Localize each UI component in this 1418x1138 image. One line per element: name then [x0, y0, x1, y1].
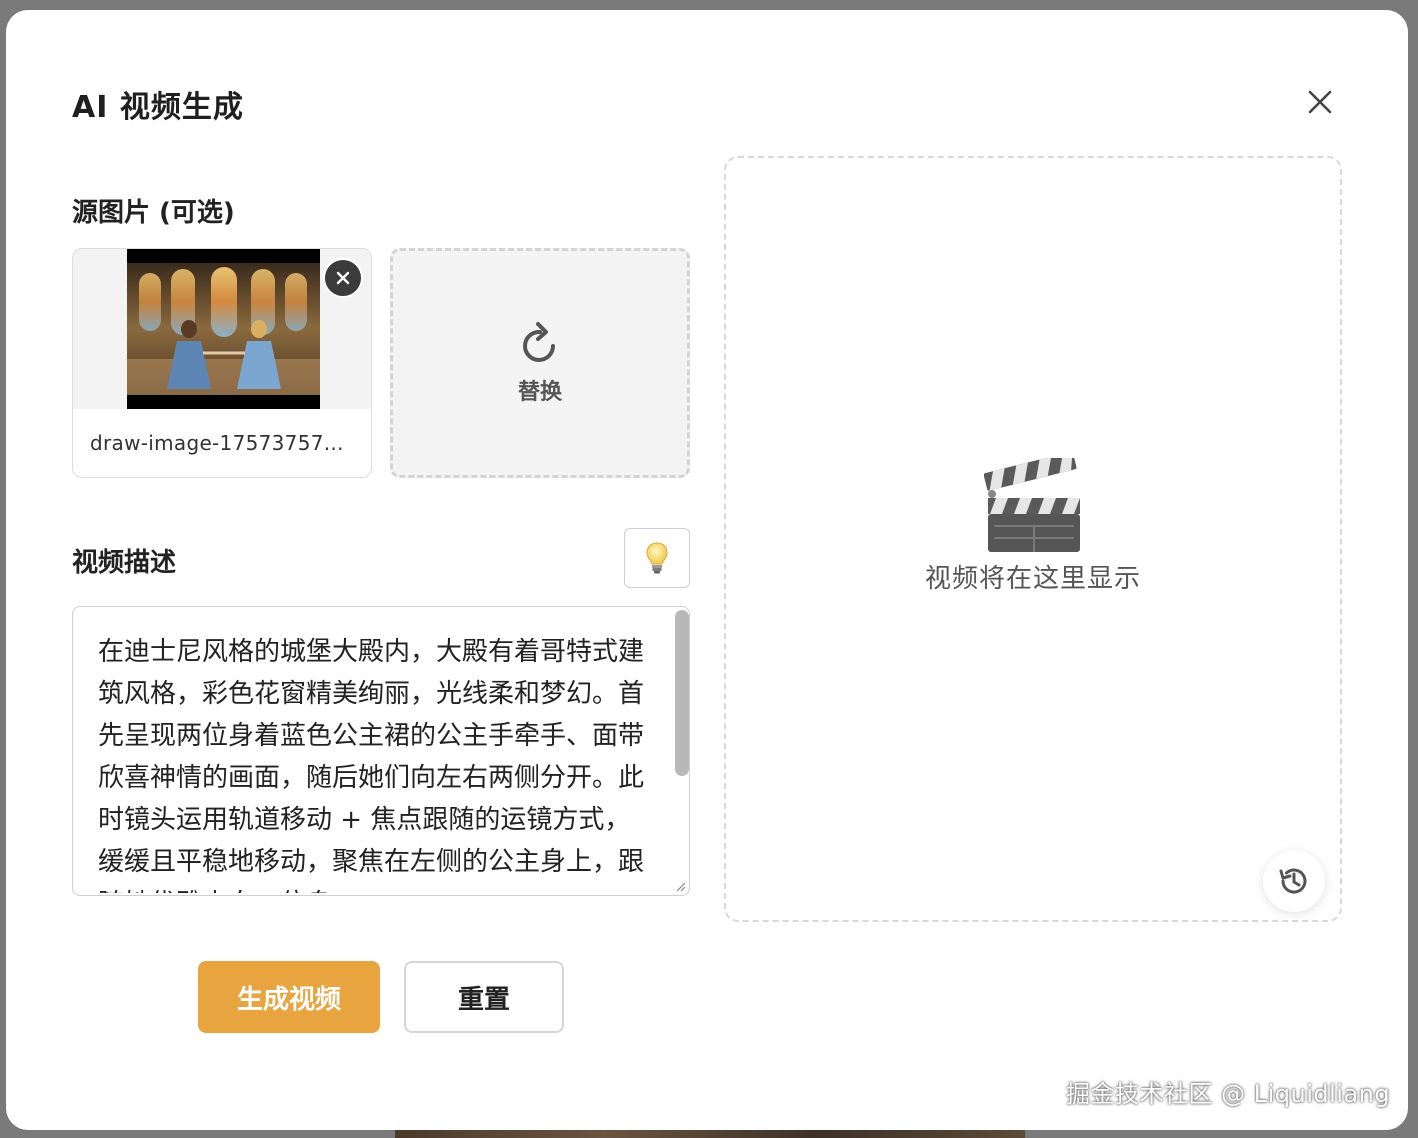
generate-video-button[interactable]: 生成视频: [198, 961, 380, 1033]
dialog-title: AI 视频生成: [72, 90, 244, 125]
image-preview-area: [73, 249, 371, 409]
textarea-scrollbar[interactable]: [675, 610, 689, 776]
close-icon: [1308, 90, 1332, 114]
resize-grip-icon[interactable]: [673, 879, 687, 893]
refresh-icon: [523, 322, 555, 362]
reset-button[interactable]: 重置: [404, 961, 564, 1033]
preview-placeholder: 视频将在这里显示: [924, 564, 1141, 594]
remove-image-button[interactable]: [323, 258, 363, 298]
watermark: 掘金技术社区 @ Liquidliang: [1066, 1080, 1391, 1108]
replace-label: 替换: [517, 380, 562, 405]
source-image-label: 源图片 (可选): [72, 198, 235, 228]
video-preview-area: 视频将在这里显示: [724, 156, 1342, 922]
lightbulb-icon: [646, 542, 668, 574]
history-icon: [1279, 868, 1307, 894]
close-button[interactable]: [1300, 82, 1340, 122]
description-textarea[interactable]: 在迪士尼风格的城堡大殿内，大殿有着哥特式建筑风格，彩色花窗精美绚丽，光线柔和梦幻…: [72, 606, 690, 896]
history-button[interactable]: [1263, 850, 1325, 912]
source-thumbnail: [127, 249, 320, 409]
remove-icon: [336, 271, 350, 285]
prompt-tip-button[interactable]: [624, 528, 690, 588]
image-filename: draw-image-17573757...: [90, 431, 344, 455]
source-image-card: draw-image-17573757...: [72, 248, 372, 478]
description-text[interactable]: 在迪士尼风格的城堡大殿内，大殿有着哥特式建筑风格，彩色花窗精美绚丽，光线柔和梦幻…: [98, 631, 650, 893]
description-label: 视频描述: [72, 548, 177, 578]
clapperboard-icon: [984, 458, 1080, 552]
ai-video-dialog: AI 视频生成 源图片 (可选) draw-image-17573757... …: [6, 10, 1408, 1130]
replace-image-button[interactable]: 替换: [390, 248, 690, 478]
